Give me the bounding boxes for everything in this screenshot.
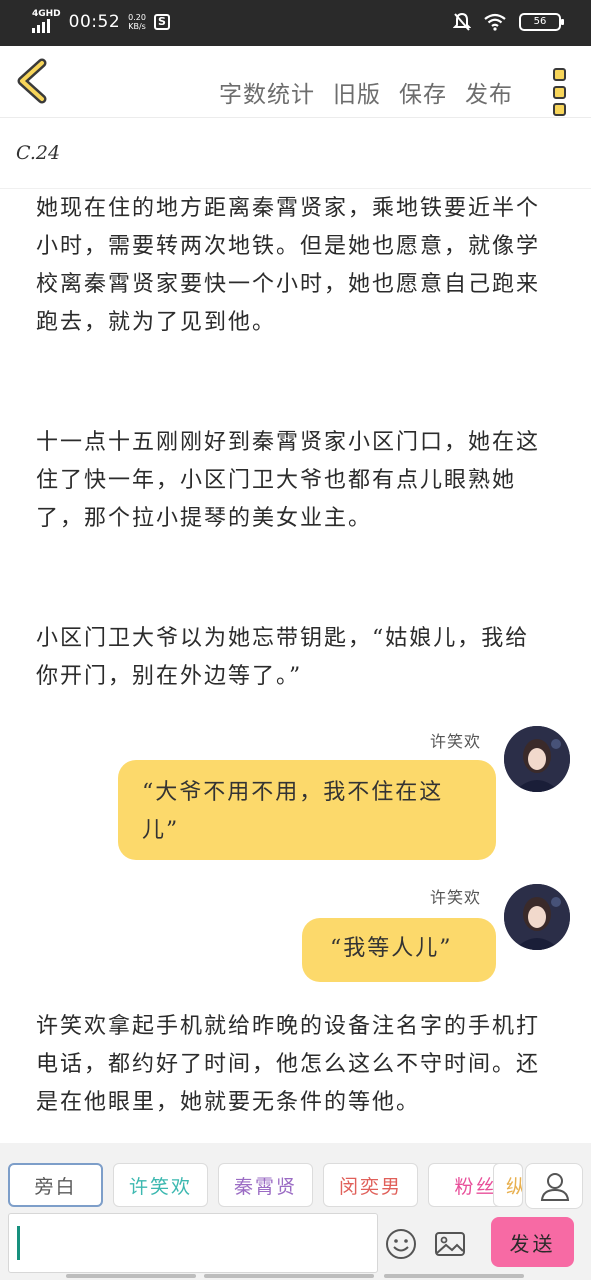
- old-version-button[interactable]: 旧版: [333, 75, 381, 109]
- mute-bell-icon: [453, 12, 471, 31]
- narration-paragraph: 十一点十五刚刚好到秦霄贤家小区门口，她在这住了快一年，小区门卫大爷也都有点儿眼熟…: [36, 430, 541, 531]
- clock: 00:52: [68, 11, 121, 32]
- role-min-yinan[interactable]: 闵奕男: [323, 1163, 418, 1207]
- role-selector: 旁白 许笑欢 秦霄贤 闵奕男 粉丝: [8, 1163, 523, 1209]
- word-count-button[interactable]: 字数统计: [219, 75, 315, 109]
- chapter-title[interactable]: C.24: [16, 142, 60, 164]
- speaker-name: 许笑欢: [430, 732, 482, 751]
- battery-icon: 56: [519, 13, 564, 31]
- scroll-indicator: [384, 1274, 524, 1278]
- avatar-image: [504, 726, 570, 792]
- role-label: 旁白: [34, 1175, 77, 1198]
- network-type: 4GHD: [32, 9, 61, 19]
- status-bar: 4GHD 00:52 0.20 KB/s S 56: [0, 0, 591, 46]
- emoji-icon[interactable]: [384, 1227, 418, 1261]
- send-button[interactable]: 发送: [491, 1217, 574, 1267]
- role-qin-xiaoxian[interactable]: 秦霄贤: [218, 1163, 313, 1207]
- speed-unit: KB/s: [128, 21, 146, 31]
- role-label: 许笑欢: [128, 1175, 192, 1198]
- role-partial[interactable]: 纵: [493, 1163, 523, 1207]
- avatar[interactable]: [504, 884, 570, 950]
- scroll-indicator: [66, 1274, 196, 1278]
- narration-paragraph: 她现在住的地方距离秦霄贤家，乘地铁要近半个小时，需要转两次地铁。但是她也愿意，就…: [36, 196, 541, 335]
- avatar-image: [504, 884, 570, 950]
- editor-toolbar: 字数统计 旧版 保存 发布: [0, 46, 591, 118]
- chat-bubble[interactable]: “大爷不用不用，我不住在这儿”: [118, 760, 496, 860]
- user-icon[interactable]: [525, 1163, 583, 1209]
- speaker-name: 许笑欢: [430, 888, 482, 907]
- toolbar-menu: 字数统计 旧版 保存 发布: [219, 68, 591, 116]
- chat-bubble[interactable]: “我等人儿”: [302, 918, 496, 982]
- back-button[interactable]: [12, 58, 52, 104]
- text-caret: [17, 1226, 20, 1260]
- role-label: 秦霄贤: [233, 1175, 297, 1198]
- network-speed: 0.20 KB/s: [128, 13, 146, 31]
- role-narration[interactable]: 旁白: [8, 1163, 103, 1207]
- save-button[interactable]: 保存: [399, 75, 447, 109]
- more-icon[interactable]: [545, 68, 573, 116]
- avatar[interactable]: [504, 726, 570, 792]
- status-right: 56: [453, 12, 564, 32]
- network-indicator: 4GHD: [32, 10, 61, 33]
- message-input[interactable]: [8, 1213, 378, 1273]
- app-notification-icon: S: [153, 13, 170, 30]
- narration-paragraph: 小区门卫大爷以为她忘带钥匙，“姑娘儿，我给你开门，别在外边等了。”: [36, 626, 530, 689]
- composer-bar: 旁白 许笑欢 秦霄贤 闵奕男 粉丝 纵 发送: [0, 1143, 591, 1280]
- speed-value: 0.20: [128, 12, 146, 22]
- role-label: 闵奕男: [338, 1175, 402, 1198]
- role-label: 纵: [506, 1172, 522, 1199]
- publish-button[interactable]: 发布: [465, 75, 513, 109]
- role-label: 粉丝: [454, 1175, 497, 1198]
- back-chevron-icon: [17, 58, 47, 104]
- user-silhouette: [540, 1173, 570, 1201]
- image-icon[interactable]: [433, 1227, 467, 1261]
- role-xu-xiaohuan[interactable]: 许笑欢: [113, 1163, 208, 1207]
- narration-paragraph: 许笑欢拿起手机就给昨晚的设备注名字的手机打电话，都约好了时间，他怎么这么不守时间…: [36, 1014, 541, 1115]
- status-left: 4GHD 00:52 0.20 KB/s S: [32, 10, 170, 33]
- signal-icon: [32, 19, 61, 33]
- divider: [0, 188, 591, 189]
- wifi-icon: [484, 13, 506, 31]
- scroll-indicator: [204, 1274, 374, 1278]
